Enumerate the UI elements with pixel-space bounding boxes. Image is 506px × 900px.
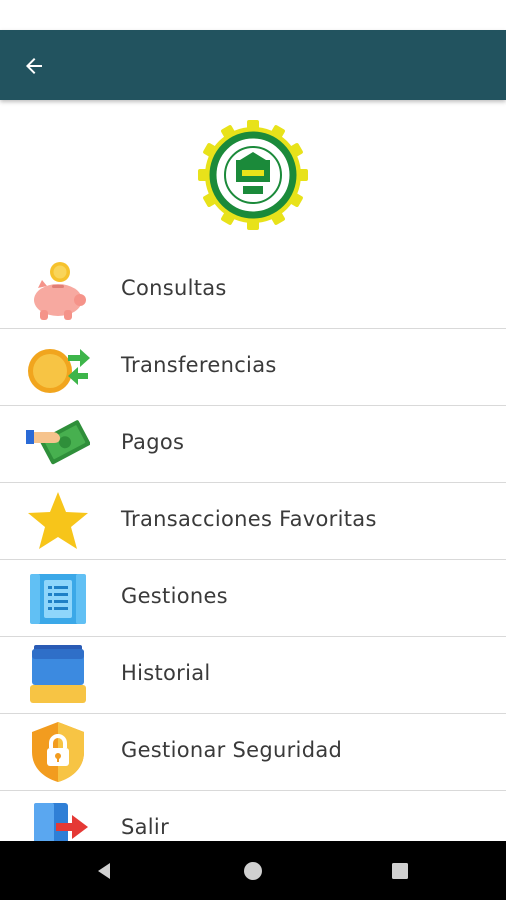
circle-home-icon [244, 861, 262, 880]
menu-item-label: Gestionar Seguridad [121, 738, 343, 762]
status-bar [0, 0, 506, 30]
nav-recents-button[interactable] [370, 841, 430, 900]
coin-transfer-icon [24, 335, 92, 399]
menu-item-label: Transferencias [121, 353, 277, 377]
menu-item-transacciones-favoritas[interactable]: Transacciones Favoritas [0, 483, 506, 560]
piggy-bank-icon [24, 258, 92, 322]
menu-item-label: Gestiones [121, 584, 228, 608]
menu-item-consultas[interactable]: Consultas [0, 252, 506, 329]
menu-item-gestionar-seguridad[interactable]: Gestionar Seguridad [0, 714, 506, 791]
square-recents-icon [392, 862, 408, 879]
menu-item-label: Historial [121, 661, 211, 685]
system-nav-bar [0, 841, 506, 900]
hand-money-icon [24, 412, 92, 476]
cooperative-logo [196, 118, 310, 232]
menu-item-pagos[interactable]: Pagos [0, 406, 506, 483]
archive-box-icon [24, 643, 92, 707]
list-card-icon [24, 566, 92, 630]
menu-item-transferencias[interactable]: Transferencias [0, 329, 506, 406]
arrow-left-icon [26, 58, 42, 74]
menu-item-label: Consultas [121, 276, 227, 300]
menu-item-label: Transacciones Favoritas [121, 507, 377, 531]
nav-back-button[interactable] [74, 841, 134, 900]
menu-item-historial[interactable]: Historial [0, 637, 506, 714]
menu-item-label: Pagos [121, 430, 185, 454]
menu-list: Consultas Transferencias Pagos Transacci… [0, 252, 506, 868]
shield-lock-icon [24, 720, 92, 784]
menu-item-gestiones[interactable]: Gestiones [0, 560, 506, 637]
app-bar [0, 30, 506, 100]
triangle-back-icon [98, 862, 110, 879]
back-button[interactable] [14, 46, 54, 86]
menu-item-label: Salir [121, 815, 170, 839]
nav-home-button[interactable] [223, 841, 283, 900]
star-icon [24, 489, 92, 553]
